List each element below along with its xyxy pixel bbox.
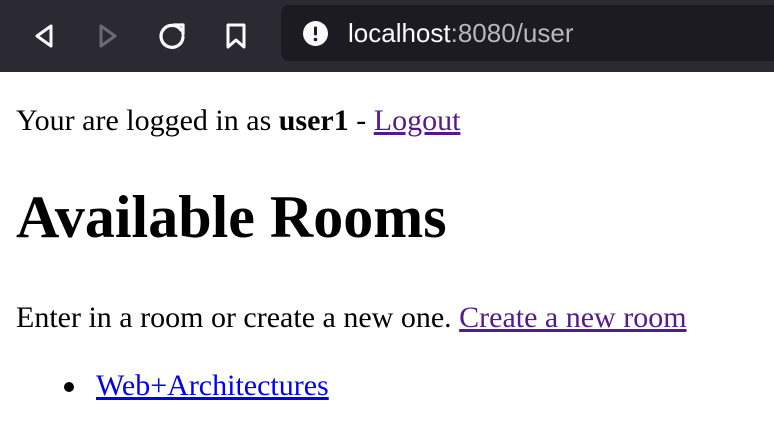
login-status: Your are logged in as user1 - Logout	[16, 102, 460, 140]
forward-arrow-icon	[99, 24, 117, 48]
bookmark-icon	[226, 23, 246, 49]
room-link[interactable]: Web+Architectures	[96, 369, 329, 402]
address-bar[interactable]: localhost:8080/user	[281, 5, 774, 61]
intro-text-line: Enter in a room or create a new one. Cre…	[16, 299, 687, 337]
list-bullet	[64, 382, 74, 392]
intro-text: Enter in a room or create a new one.	[16, 301, 460, 334]
room-list: Web+Architectures	[16, 367, 329, 405]
page-title: Available Rooms	[16, 184, 447, 250]
reload-button[interactable]	[150, 14, 194, 58]
url-text[interactable]: localhost:8080/user	[348, 16, 574, 50]
browser-toolbar: localhost:8080/user	[0, 0, 774, 72]
forward-button[interactable]	[86, 14, 130, 58]
url-path: :8080/user	[450, 18, 574, 48]
login-prefix: Your are logged in as	[16, 104, 279, 137]
reload-icon	[159, 23, 185, 49]
back-arrow-icon	[35, 24, 53, 48]
logout-link[interactable]: Logout	[374, 104, 461, 137]
bookmark-button[interactable]	[214, 14, 258, 58]
url-host: localhost	[348, 18, 451, 48]
info-icon[interactable]	[303, 21, 328, 46]
login-separator: -	[348, 104, 374, 137]
room-list-item: Web+Architectures	[16, 367, 329, 405]
create-room-link[interactable]: Create a new room	[459, 301, 686, 334]
back-button[interactable]	[22, 14, 66, 58]
username: user1	[278, 104, 349, 137]
